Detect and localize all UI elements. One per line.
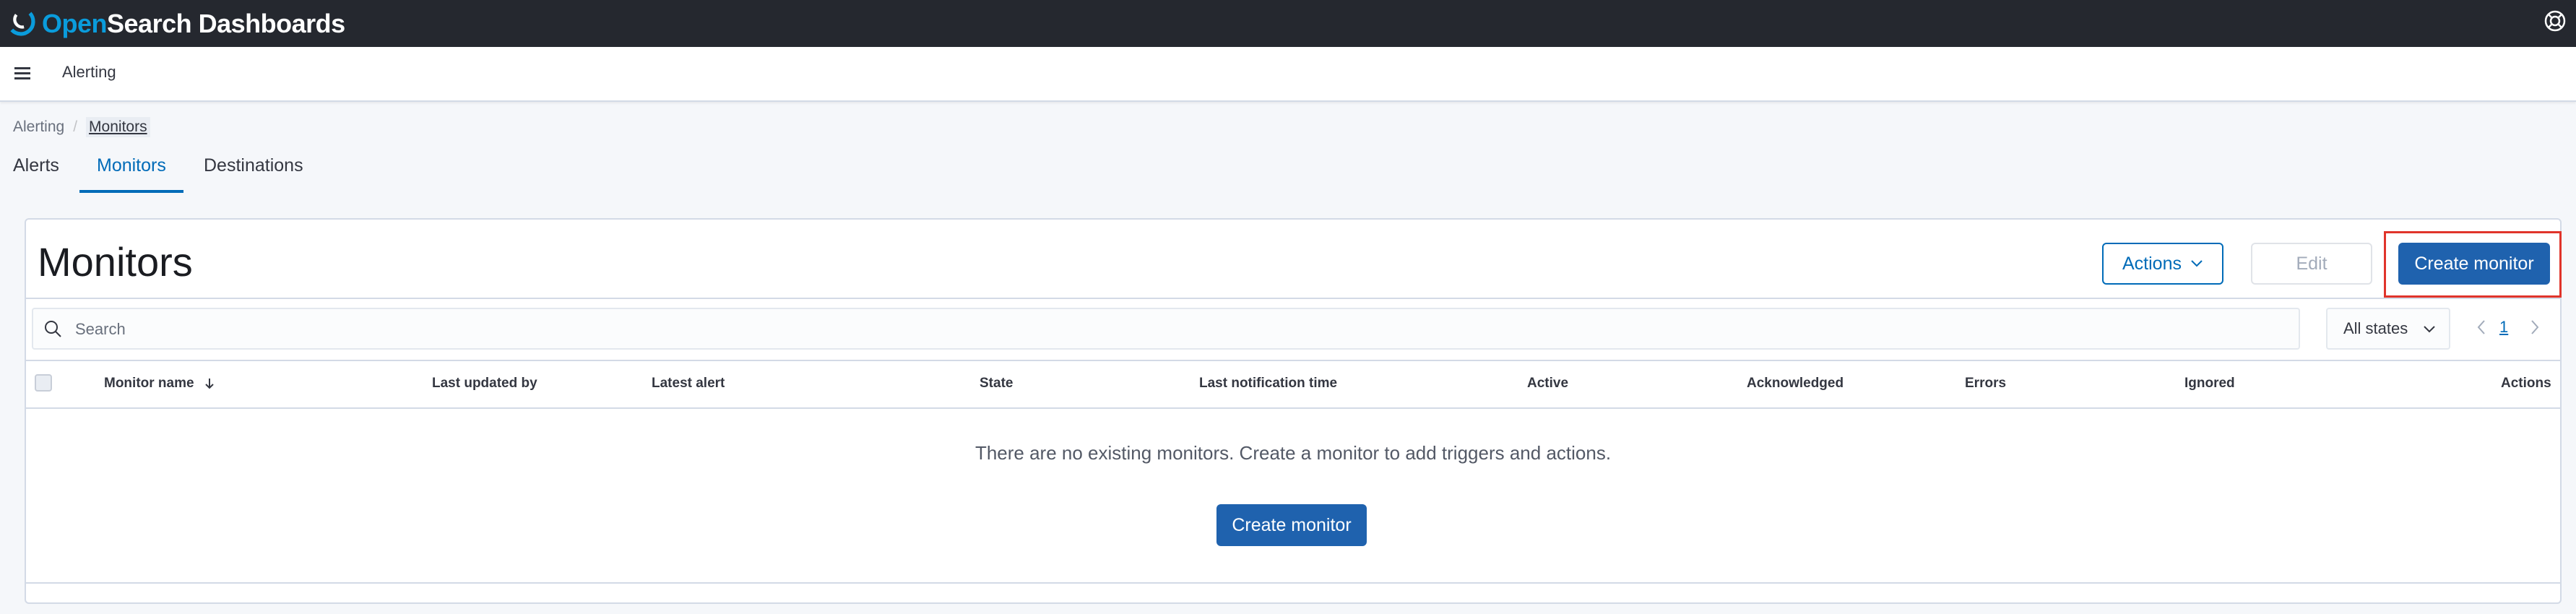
column-last-updated-by[interactable]: Last updated by <box>432 376 537 392</box>
column-latest-alert[interactable]: Latest alert <box>652 376 725 392</box>
search-icon <box>45 321 61 337</box>
divider <box>26 407 2560 409</box>
edit-button[interactable]: Edit <box>2251 243 2372 285</box>
sort-arrow-down-icon <box>205 378 214 389</box>
app-title: Alerting <box>62 63 116 81</box>
empty-state-message: There are no existing monitors. Create a… <box>974 442 1612 464</box>
column-actions: Actions <box>2501 376 2551 391</box>
brand-name-open: Open <box>42 9 108 38</box>
opensearch-logo-icon <box>10 12 35 36</box>
app-header: Alerting <box>0 47 2576 102</box>
search-field[interactable] <box>32 308 2300 350</box>
table-header: Monitor name Last updated by Latest aler… <box>26 361 2560 406</box>
search-input[interactable] <box>74 316 2287 342</box>
divider <box>26 582 2560 584</box>
top-header: OpenSearch Dashboards <box>0 0 2576 47</box>
actions-button-label: Actions <box>2122 253 2182 274</box>
column-state[interactable]: State <box>980 376 1013 392</box>
page-title: Monitors <box>38 239 193 285</box>
tab-monitors[interactable]: Monitors <box>79 148 183 193</box>
brand-name-rest: Search Dashboards <box>107 9 345 38</box>
breadcrumb-separator: / <box>73 118 78 135</box>
chevron-left-icon[interactable] <box>2475 318 2488 337</box>
breadcrumb: Alerting / Monitors <box>13 117 150 137</box>
tab-destinations[interactable]: Destinations <box>204 148 303 190</box>
chevron-down-icon <box>2191 260 2203 267</box>
column-ignored[interactable]: Ignored <box>2184 376 2235 392</box>
states-select[interactable]: All states <box>2326 308 2450 350</box>
chevron-down-icon <box>2424 326 2435 333</box>
chevron-right-icon[interactable] <box>2528 318 2541 337</box>
column-monitor-name[interactable]: Monitor name <box>104 376 215 392</box>
create-monitor-empty-button[interactable]: Create monitor <box>1216 504 1367 546</box>
create-monitor-button[interactable]: Create monitor <box>2398 243 2550 285</box>
tab-alerts[interactable]: Alerts <box>13 148 59 190</box>
tab-monitors-label: Monitors <box>97 155 166 176</box>
states-select-value: All states <box>2343 319 2408 337</box>
breadcrumb-alerting[interactable]: Alerting <box>13 118 64 136</box>
column-errors[interactable]: Errors <box>1965 376 2006 392</box>
brand-name: OpenSearch Dashboards <box>42 9 345 39</box>
column-active[interactable]: Active <box>1527 376 1568 392</box>
column-monitor-name-label: Monitor name <box>104 376 194 391</box>
column-acknowledged[interactable]: Acknowledged <box>1747 376 1844 392</box>
pagination-page-1[interactable]: 1 <box>2499 318 2508 337</box>
select-all-checkbox[interactable] <box>35 374 52 392</box>
column-last-notification-time[interactable]: Last notification time <box>1199 376 1337 392</box>
opensearch-logo[interactable]: OpenSearch Dashboards <box>7 6 345 42</box>
actions-button[interactable]: Actions <box>2102 243 2223 285</box>
monitors-panel: Monitors Actions Edit Create monitor All… <box>25 218 2562 604</box>
breadcrumb-monitors[interactable]: Monitors <box>86 117 150 137</box>
hamburger-menu-icon[interactable] <box>13 63 33 83</box>
help-lifebuoy-icon[interactable] <box>2543 9 2567 33</box>
divider <box>26 298 2560 299</box>
